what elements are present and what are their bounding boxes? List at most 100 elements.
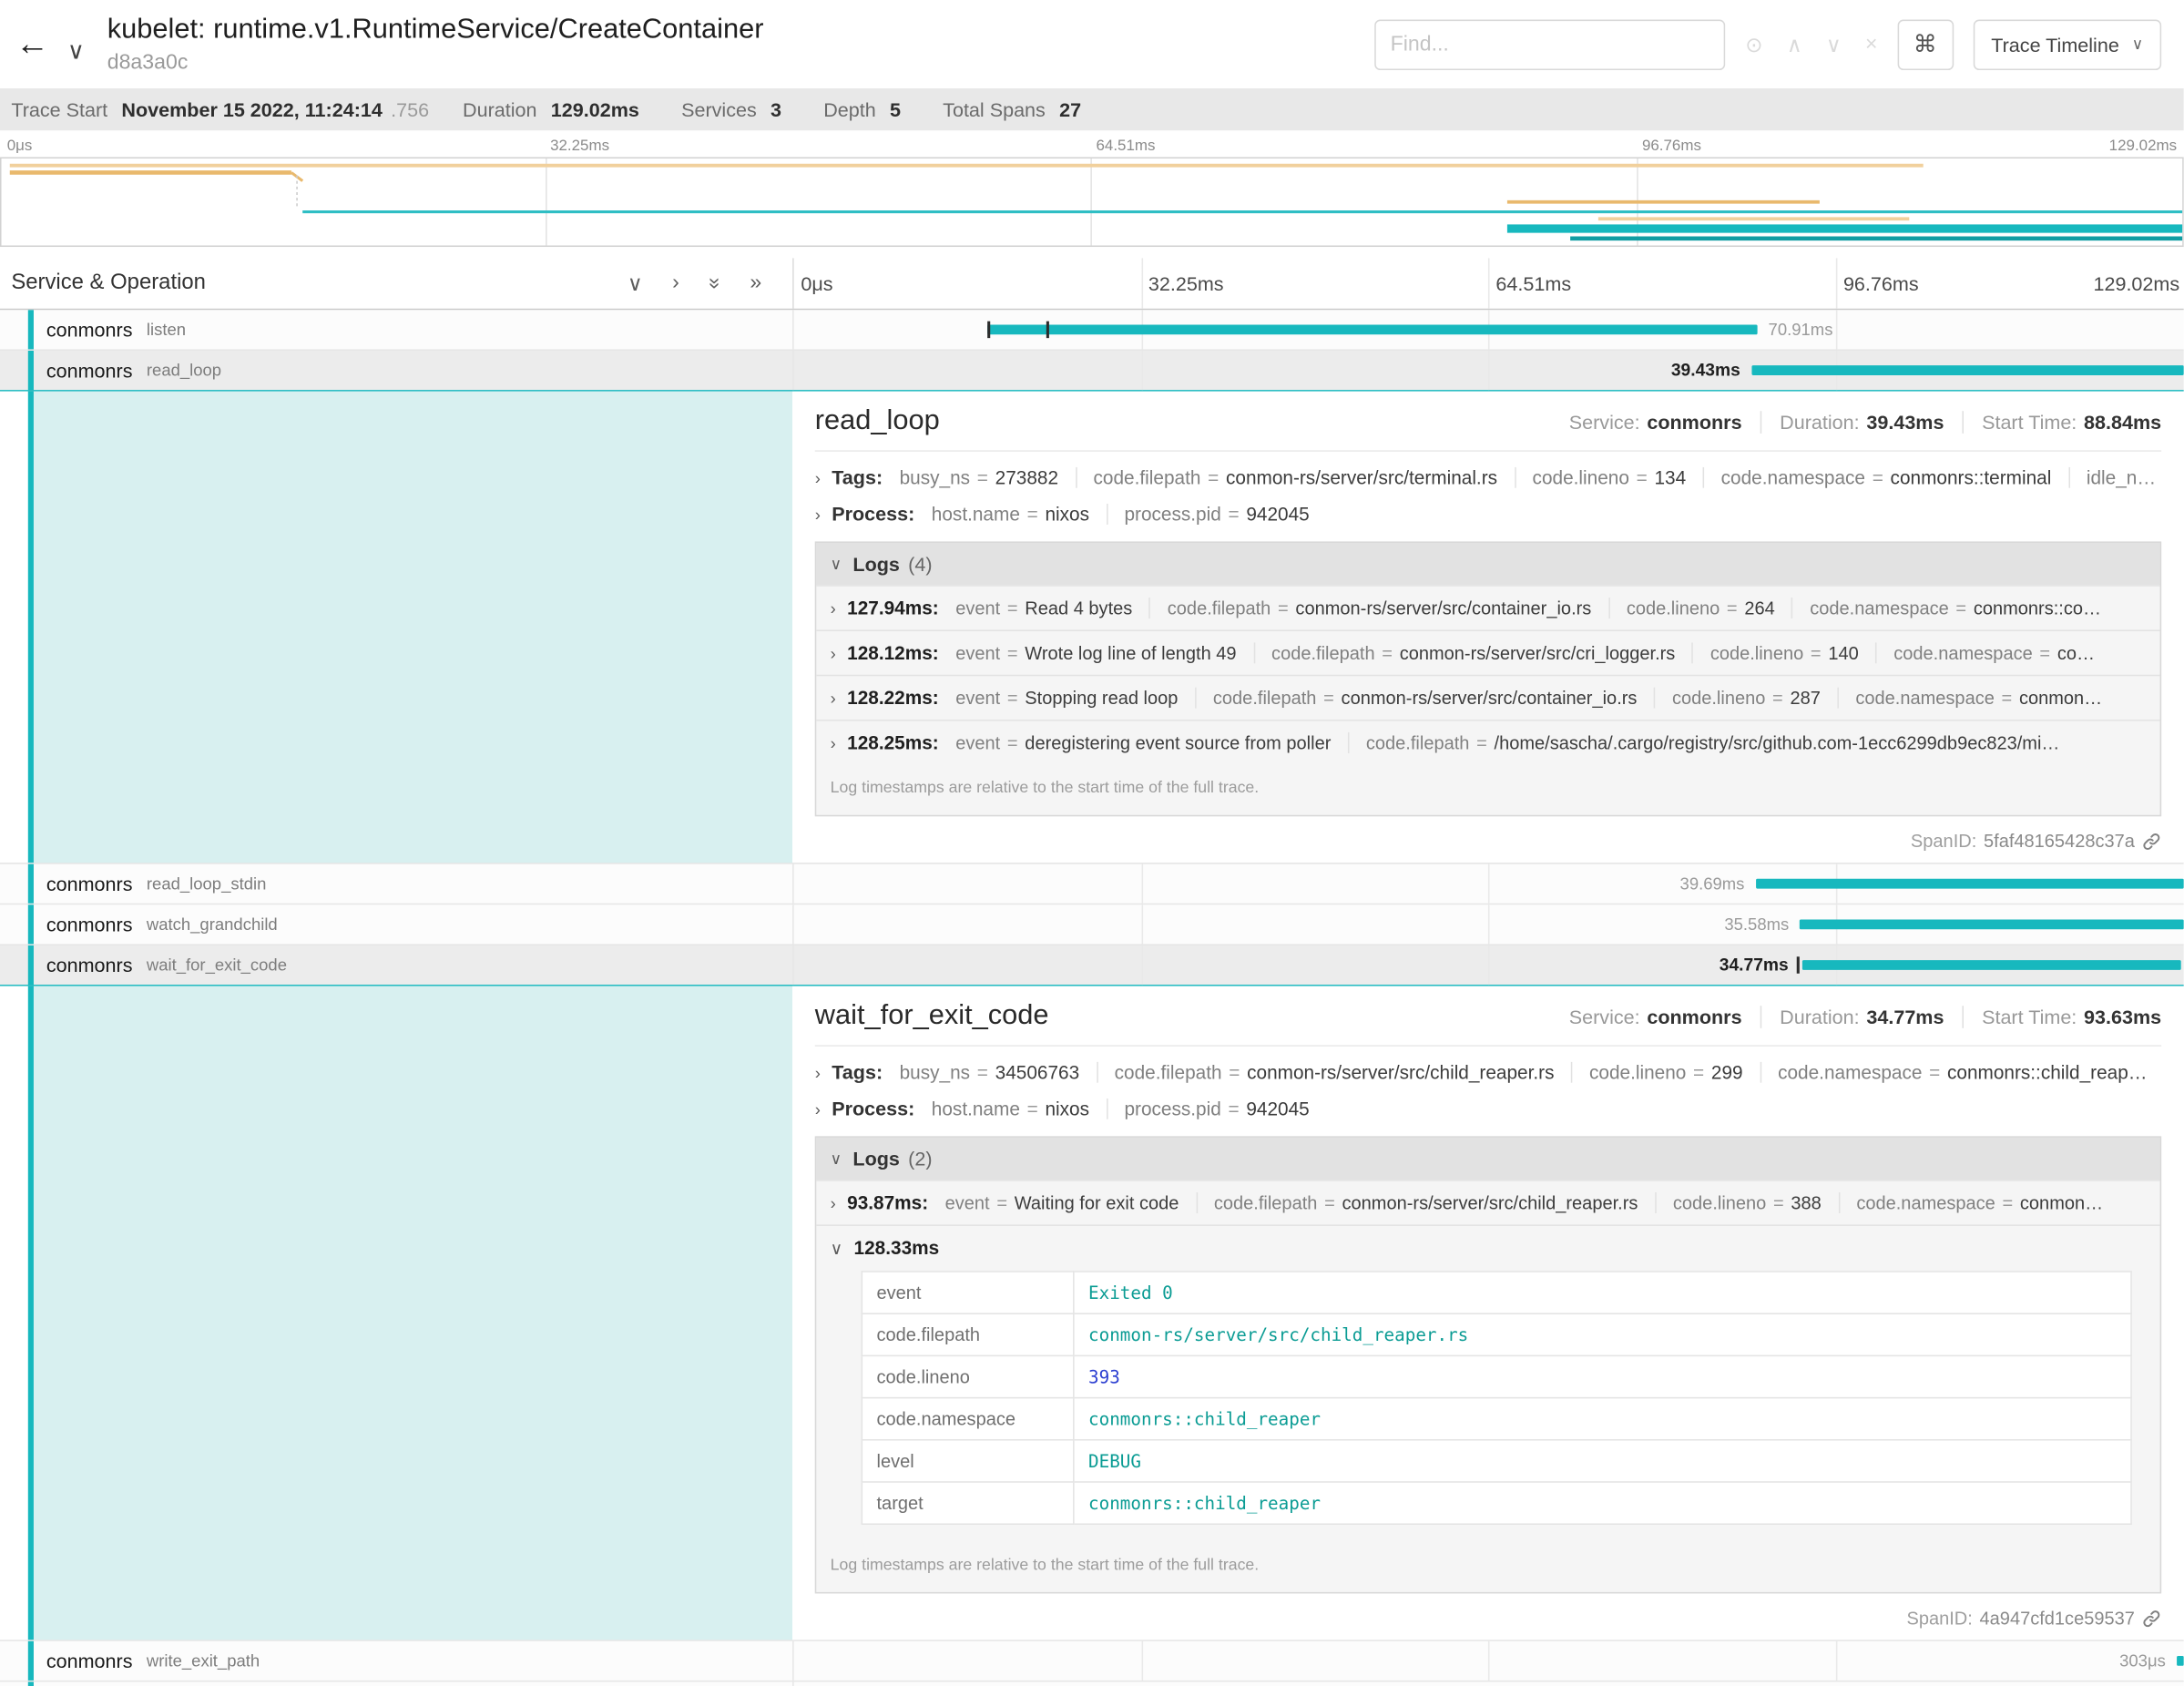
span-self-time-mark — [987, 322, 990, 338]
process-row[interactable]: › Process: host.name=nixosprocess.pid=94… — [815, 502, 2161, 525]
detail-left-fill — [34, 392, 792, 863]
log-entry[interactable]: › 128.25ms: event=deregistering event so… — [816, 720, 2159, 764]
collapse-expand-icon[interactable]: » — [702, 278, 728, 290]
span-row-listen[interactable]: conmonrs listen 70.91ms — [0, 310, 2184, 351]
link-icon[interactable] — [2142, 831, 2162, 851]
summary-item: Depth 5 — [823, 98, 909, 121]
summary-item: Duration 129.02ms — [463, 98, 648, 121]
chevron-right-icon[interactable]: › — [815, 505, 821, 525]
detail-title: wait_for_exit_code — [815, 1000, 1049, 1032]
chevron-down-icon[interactable]: ∨ — [831, 555, 842, 573]
span-row-write-exit-path[interactable]: conmonrs write_exit_path 303μs — [0, 1641, 2184, 1682]
chevron-down-icon[interactable]: ∨ — [831, 1150, 842, 1168]
span-operation: wait_for_exit_code — [147, 955, 287, 976]
trace-timeline-page: ← ∨ kubelet: runtime.v1.RuntimeService/C… — [0, 0, 2184, 1686]
span-bar[interactable] — [987, 325, 1757, 335]
minimap-canvas[interactable] — [0, 157, 2184, 247]
log-entry[interactable]: › 128.22ms: event=Stopping read loopcode… — [816, 675, 2159, 720]
service-color-bar — [28, 864, 34, 904]
tags-row[interactable]: › Tags: busy_ns=273882code.filepath=conm… — [815, 465, 2161, 488]
log-entry-expanded: ∨ 128.33ms event Exited 0 — [816, 1224, 2159, 1541]
tag-chip: code.lineno=299 — [1571, 1062, 1743, 1083]
chevron-right-icon[interactable]: › — [831, 599, 836, 619]
log-field-chip: code.lineno=264 — [1608, 598, 1775, 618]
span-bar[interactable] — [2177, 1656, 2184, 1666]
chevron-down-icon[interactable]: ∨ — [831, 1239, 843, 1259]
service-color-bar — [28, 1681, 34, 1686]
find-control-icon[interactable]: ⊙ — [1745, 32, 1762, 57]
minimap-tick-label: 129.02ms — [2109, 138, 2177, 154]
minimap-tick-label: 0μs — [7, 138, 33, 154]
chevron-down-icon[interactable]: ∨ — [67, 37, 85, 66]
logs-header[interactable]: ∨ Logs (2) — [816, 1138, 2159, 1180]
collapse-expand-icon[interactable]: ∨ — [628, 271, 643, 296]
log-field-row: code.namespace conmonrs::child_reaper — [862, 1398, 2131, 1440]
span-detail-read-loop: read_loop Service:conmonrs Duration:39.4… — [0, 392, 2184, 864]
keyboard-shortcuts-button[interactable]: ⌘ — [1897, 19, 1954, 69]
log-field-chip: event=Waiting for exit code — [945, 1192, 1179, 1213]
process-chip: process.pid=942045 — [1106, 504, 1309, 525]
log-field-key: code.lineno — [862, 1355, 1074, 1397]
span-bar[interactable] — [1751, 365, 2184, 375]
process-row[interactable]: › Process: host.name=nixosprocess.pid=94… — [815, 1097, 2161, 1119]
chevron-right-icon[interactable]: › — [815, 468, 821, 488]
span-duration-label: 303μs — [2119, 1651, 2166, 1671]
log-field-value: conmonrs::child_reaper — [1074, 1398, 2131, 1440]
logs-header[interactable]: ∨ Logs (4) — [816, 543, 2159, 585]
span-row-watch-grandchild[interactable]: conmonrs watch_grandchild 35.58ms — [0, 904, 2184, 945]
chevron-right-icon[interactable]: › — [831, 689, 836, 709]
span-duration-label: 34.77ms — [1720, 955, 1789, 976]
log-entry[interactable]: › 93.87ms: event=Waiting for exit codeco… — [816, 1180, 2159, 1224]
tag-chip: idle_n… — [2068, 467, 2156, 488]
log-field-chip: code.namespace=conmon… — [1837, 688, 2102, 709]
log-entry-expanded-header[interactable]: ∨ 128.33ms — [831, 1237, 2147, 1258]
detail-left-fill — [34, 986, 792, 1640]
service-operation-header: Service & Operation ∨›»» — [0, 258, 792, 308]
logs-section: ∨ Logs (4) › 127.94ms: event=Read 4 byte… — [815, 541, 2161, 816]
span-bar[interactable] — [1802, 960, 2180, 970]
span-operation: read_loop_stdin — [147, 874, 267, 894]
find-input[interactable] — [1375, 19, 1726, 69]
log-field-key: level — [862, 1440, 1074, 1482]
trace-view-dropdown[interactable]: Trace Timeline ∨ — [1973, 19, 2161, 69]
span-row-read-loop[interactable]: conmonrs read_loop 39.43ms — [0, 351, 2184, 392]
partial-next-row — [0, 1681, 2184, 1686]
page-header: ← ∨ kubelet: runtime.v1.RuntimeService/C… — [0, 0, 2184, 88]
collapse-expand-icon[interactable]: › — [672, 271, 679, 296]
log-field-chip: code.filepath=conmon-rs/server/src/conta… — [1195, 688, 1638, 709]
chevron-right-icon[interactable]: › — [831, 1194, 836, 1214]
span-bar[interactable] — [1801, 919, 2184, 929]
log-entry[interactable]: › 127.94ms: event=Read 4 bytescode.filep… — [816, 585, 2159, 629]
span-self-time-mark — [1797, 956, 1800, 973]
chevron-right-icon[interactable]: › — [815, 1063, 821, 1083]
chevron-right-icon[interactable]: › — [831, 733, 836, 753]
tag-chip: busy_ns=34506763 — [900, 1062, 1080, 1083]
log-entry[interactable]: › 128.12ms: event=Wrote log line of leng… — [816, 629, 2159, 674]
span-duration-label: 70.91ms — [1769, 320, 1833, 340]
collapse-expand-icon[interactable]: » — [750, 271, 761, 296]
find-control-icon[interactable]: ∧ — [1787, 32, 1802, 57]
span-duration-label: 39.43ms — [1671, 361, 1740, 381]
detail-content: wait_for_exit_code Service:conmonrs Dura… — [792, 986, 2184, 1640]
log-field-row: event Exited 0 — [862, 1272, 2131, 1313]
timeline-tick-label: 0μs — [801, 272, 832, 295]
chevron-right-icon[interactable]: › — [831, 644, 836, 664]
find-control-icon[interactable]: × — [1865, 32, 1877, 57]
log-field-chip: code.filepath=conmon-rs/server/src/child… — [1196, 1192, 1638, 1213]
log-field-key: target — [862, 1482, 1074, 1524]
span-bar[interactable] — [1756, 879, 2184, 889]
span-row-wait-for-exit-code[interactable]: conmonrs wait_for_exit_code 34.77ms — [0, 945, 2184, 986]
chevron-right-icon[interactable]: › — [815, 1099, 821, 1119]
tags-row[interactable]: › Tags: busy_ns=34506763code.filepath=co… — [815, 1060, 2161, 1083]
log-field-chip: code.lineno=140 — [1692, 642, 1859, 663]
log-field-chip: code.namespace=co… — [1875, 642, 2095, 663]
span-id-row: SpanID: 5faf48165428c37a — [815, 831, 2161, 852]
log-field-chip: code.namespace=conmon… — [1838, 1192, 2103, 1213]
span-row-read-loop-stdin[interactable]: conmonrs read_loop_stdin 39.69ms — [0, 864, 2184, 905]
link-icon[interactable] — [2142, 1609, 2162, 1629]
find-control-icon[interactable]: ∨ — [1826, 32, 1842, 57]
back-button[interactable]: ← — [0, 25, 65, 64]
timeline-column-header: Service & Operation ∨›»» 0μs32.25ms64.51… — [0, 258, 2184, 310]
service-color-bar — [28, 1641, 34, 1681]
tag-chip: busy_ns=273882 — [900, 467, 1058, 488]
